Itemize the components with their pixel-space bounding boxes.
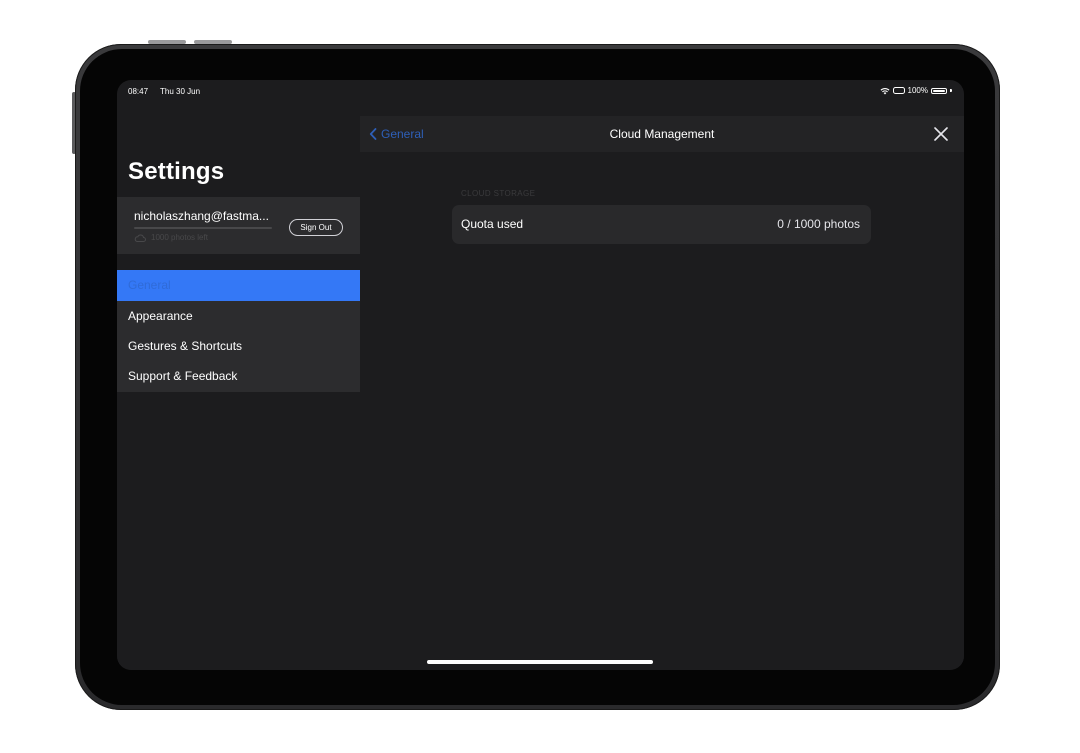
sidebar-item-support-feedback[interactable]: Support & Feedback <box>117 361 360 392</box>
home-indicator[interactable] <box>427 660 653 664</box>
status-date: Thu 30 Jun <box>160 87 201 96</box>
battery-nub <box>950 89 952 92</box>
quota-used-label: Quota used <box>461 217 524 231</box>
settings-nav: General Appearance Gestures & Shortcuts … <box>117 270 360 392</box>
battery-icon <box>931 87 947 94</box>
cloud-icon <box>134 234 146 242</box>
status-time: 08:47 <box>128 87 149 96</box>
storage-progress-bar <box>134 227 272 229</box>
sign-out-button[interactable]: Sign Out <box>289 219 343 236</box>
status-bar: 08:47 Thu 30 Jun 100% <box>117 80 964 102</box>
detail-pane: Cloud Management General CLOUD STORAGE Q… <box>360 102 964 670</box>
quota-used-value: 0 / 1000 photos <box>777 217 860 231</box>
sidebar-item-general[interactable]: General <box>117 270 360 301</box>
detail-title: Cloud Management <box>609 127 715 141</box>
close-icon[interactable] <box>932 125 950 143</box>
wifi-icon <box>880 87 890 94</box>
section-header: CLOUD STORAGE <box>461 189 536 198</box>
photos-left-note: 1000 photos left <box>151 233 208 242</box>
screen: 08:47 Thu 30 Jun 100% Settings nicholasz… <box>117 80 964 670</box>
sidebar-item-label: General <box>128 278 171 292</box>
battery-percent: 100% <box>907 86 928 95</box>
back-button[interactable]: General <box>369 116 424 152</box>
page: 08:47 Thu 30 Jun 100% Settings nicholasz… <box>0 0 1080 753</box>
sidebar: Settings nicholaszhang@fastma... 1000 ph… <box>117 102 360 670</box>
page-title: Settings <box>128 158 225 185</box>
sidebar-item-label: Support & Feedback <box>128 369 238 383</box>
sidebar-item-label: Appearance <box>128 309 193 323</box>
quota-used-row: Quota used 0 / 1000 photos <box>452 205 871 244</box>
orientation-lock-icon <box>892 87 905 94</box>
sidebar-item-label: Gestures & Shortcuts <box>128 339 243 353</box>
account-email: nicholaszhang@fastma... <box>134 209 269 223</box>
status-indicators: 100% <box>880 86 952 95</box>
navigation-bar: Cloud Management General <box>360 116 964 152</box>
back-button-label: General <box>381 127 424 141</box>
chevron-left-icon <box>369 128 377 140</box>
sidebar-item-appearance[interactable]: Appearance <box>117 301 360 332</box>
account-card: nicholaszhang@fastma... 1000 photos left… <box>117 197 360 254</box>
sidebar-item-gestures-shortcuts[interactable]: Gestures & Shortcuts <box>117 331 360 362</box>
